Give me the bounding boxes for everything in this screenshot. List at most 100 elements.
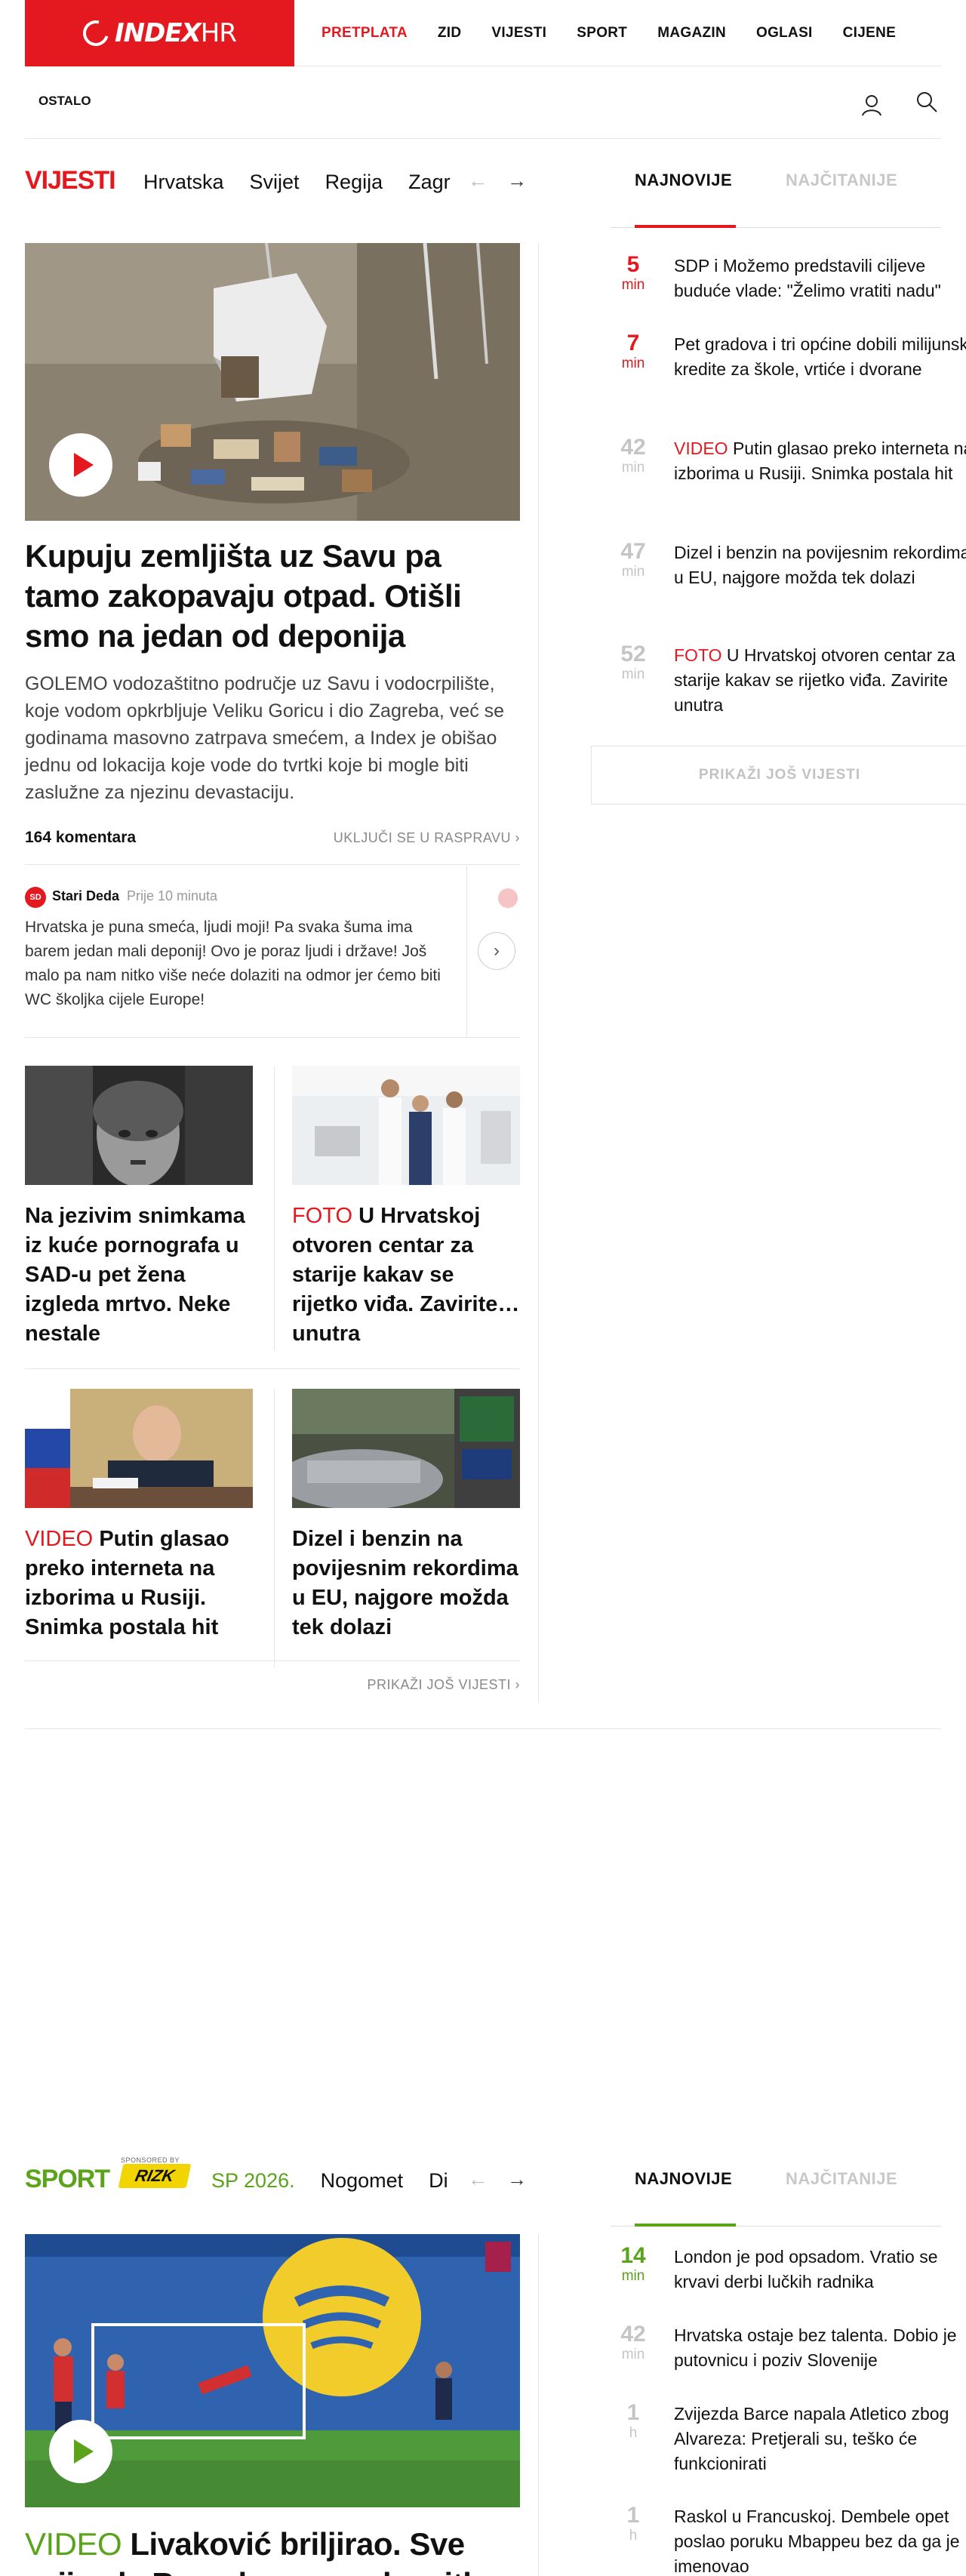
card-divider: [274, 1389, 275, 1668]
user-icon[interactable]: [861, 94, 882, 116]
row-divider: [25, 1660, 520, 1661]
nav-pretplata[interactable]: PRETPLATA: [321, 25, 408, 42]
tab-najnovije[interactable]: NAJNOVIJE: [635, 2169, 732, 2189]
card-title: Na jezivim snimkama iz kuće pornografa u…: [25, 1204, 245, 1346]
comment-author[interactable]: Stari Deda: [52, 888, 119, 904]
search-icon[interactable]: [915, 91, 938, 113]
nav-cijene[interactable]: CIJENE: [843, 25, 896, 42]
site-logo[interactable]: INDEXHR: [25, 0, 294, 66]
vijesti-subnav: Hrvatska Svijet Regija Zagr: [143, 171, 472, 194]
time-value: 5: [626, 252, 640, 277]
logo-mark-icon: [78, 15, 114, 51]
item-label: FOTO: [674, 645, 722, 665]
comment-text: Hrvatska je puna smeća, ljudi moji! Pa s…: [25, 919, 441, 1008]
nav-magazin[interactable]: MAGAZIN: [657, 25, 726, 42]
article-card[interactable]: Dizel i benzin na povijesnim rekordima u…: [292, 1389, 520, 1642]
logo-text: INDEX: [115, 18, 202, 48]
tab-najnovije[interactable]: NAJNOVIJE: [635, 171, 732, 190]
section-divider: [25, 1728, 941, 1729]
card-divider: [274, 1066, 275, 1351]
column-divider: [538, 2234, 539, 2576]
subnav-item[interactable]: Hrvatska: [143, 171, 224, 194]
article-card[interactable]: FOTO U Hrvatskoj otvoren centar za stari…: [292, 1066, 520, 1349]
sponsored-by-label: SPONSORED BY: [121, 2156, 180, 2164]
comments-row: 164 komentara UKLJUČI SE U RASPRAVU ›: [25, 820, 520, 865]
time-value: 42: [620, 2322, 646, 2347]
article-card[interactable]: VIDEO Putin glasao preko interneta na iz…: [25, 1389, 253, 1642]
card-image: [25, 1389, 253, 1508]
time-unit: min: [621, 460, 645, 475]
subnav-item[interactable]: Nogomet: [321, 2169, 404, 2193]
item-title: Hrvatska ostaje bez talenta. Dobio je pu…: [674, 2325, 957, 2370]
vijesti-title[interactable]: VIJESTI: [25, 166, 116, 195]
arrow-right-icon[interactable]: →: [507, 169, 527, 192]
vijesti-section-header: VIJESTI Hrvatska Svijet Regija Zagr ← → N…: [25, 160, 941, 228]
time-unit: min: [621, 2347, 645, 2362]
subnav-item[interactable]: Di: [429, 2169, 448, 2193]
subnav-arrows: ← →: [468, 2168, 546, 2191]
time-unit: min: [621, 2268, 645, 2284]
card-image: [292, 1389, 520, 1508]
secondary-bar: OSTALO: [25, 66, 941, 139]
tab-najcitanije[interactable]: NAJČITANIJE: [786, 171, 897, 190]
time-unit: min: [621, 666, 645, 682]
item-title: SDP i Možemo predstavili ciljeve buduće …: [674, 256, 941, 300]
nav-ostalo[interactable]: OSTALO: [38, 94, 91, 109]
time-value: 42: [620, 435, 646, 460]
arrow-right-icon[interactable]: →: [507, 2168, 527, 2190]
chevron-right-icon[interactable]: ›: [478, 932, 515, 970]
time-value: 1: [626, 2400, 640, 2425]
comments-count[interactable]: 164 komentara: [25, 829, 136, 847]
play-button[interactable]: [49, 2420, 112, 2483]
nav-zid[interactable]: ZID: [438, 25, 462, 42]
arrow-left-icon[interactable]: ←: [468, 2168, 488, 2190]
column-divider: [538, 243, 539, 1703]
item-title: London je pod opsadom. Vratio se krvavi …: [674, 2247, 938, 2291]
sport-lead-title[interactable]: VIDEO Livaković briljirao. Sve zvijezde …: [25, 2524, 520, 2576]
play-button[interactable]: [49, 433, 112, 497]
sport-lead-image[interactable]: [25, 2234, 520, 2507]
show-more-news-link[interactable]: PRIKAŽI JOŠ VIJESTI ›: [367, 1677, 520, 1693]
card-image: [292, 1066, 520, 1185]
card-title: Dizel i benzin na povijesnim rekordima u…: [292, 1527, 518, 1639]
subnav-item[interactable]: Svijet: [250, 171, 300, 194]
main-nav: PRETPLATA ZID VIJESTI SPORT MAGAZIN OGLA…: [321, 0, 926, 66]
sport-section-header: SPORT SPONSORED BY RIZK SP 2026. Nogomet…: [25, 2156, 941, 2227]
time-unit: h: [629, 2528, 638, 2544]
row-divider: [25, 1368, 520, 1369]
logo-suffix: HR: [200, 18, 237, 48]
comment-time: Prije 10 minuta: [127, 888, 218, 903]
lead-article-summary: GOLEMO vodozaštitno područje uz Savu i v…: [25, 673, 505, 803]
next-comment-avatar: [498, 888, 518, 908]
join-discussion-link[interactable]: UKLJUČI SE U RASPRAVU ›: [334, 830, 520, 846]
article-card[interactable]: Na jezivim snimkama iz kuće pornografa u…: [25, 1066, 253, 1349]
time-value: 7: [626, 331, 640, 355]
time-value: 47: [620, 539, 646, 564]
lead-article-title[interactable]: Kupuju zemljišta uz Savu pa tamo zakopav…: [25, 536, 520, 656]
time-value: 1: [626, 2503, 640, 2528]
subnav-arrows: ← →: [468, 169, 546, 192]
card-label: VIDEO: [25, 1527, 94, 1551]
nav-oglasi[interactable]: OGLASI: [756, 25, 813, 42]
arrow-left-icon[interactable]: ←: [468, 169, 488, 192]
show-more-latest-button[interactable]: PRIKAŽI JOŠ VIJESTI: [591, 746, 966, 805]
time-unit: min: [621, 564, 645, 580]
item-title: Pet gradova i tri općine dobili milijuns…: [674, 334, 966, 379]
avatar: SD: [25, 887, 46, 908]
card-image: [25, 1066, 253, 1185]
lead-article-image[interactable]: [25, 243, 520, 521]
subnav-item[interactable]: Zagr: [408, 171, 451, 194]
subnav-item[interactable]: SP 2026.: [211, 2169, 295, 2193]
nav-sport[interactable]: SPORT: [577, 25, 627, 42]
sport-title[interactable]: SPORT: [25, 2165, 110, 2194]
tab-najcitanije[interactable]: NAJČITANIJE: [786, 2169, 897, 2189]
vijesti-tabs: NAJNOVIJE NAJČITANIJE: [611, 160, 941, 228]
top-bar: INDEXHR PRETPLATA ZID VIJESTI SPORT MAGA…: [25, 0, 941, 66]
lead-label: VIDEO: [25, 2526, 122, 2562]
active-tab-indicator: [635, 225, 736, 228]
nav-vijesti[interactable]: VIJESTI: [491, 25, 546, 42]
sport-tabs: NAJNOVIJE NAJČITANIJE: [611, 2159, 941, 2227]
subnav-item[interactable]: Regija: [325, 171, 383, 194]
item-label: VIDEO: [674, 439, 728, 458]
sponsor-badge[interactable]: SPONSORED BY RIZK: [118, 2156, 192, 2188]
